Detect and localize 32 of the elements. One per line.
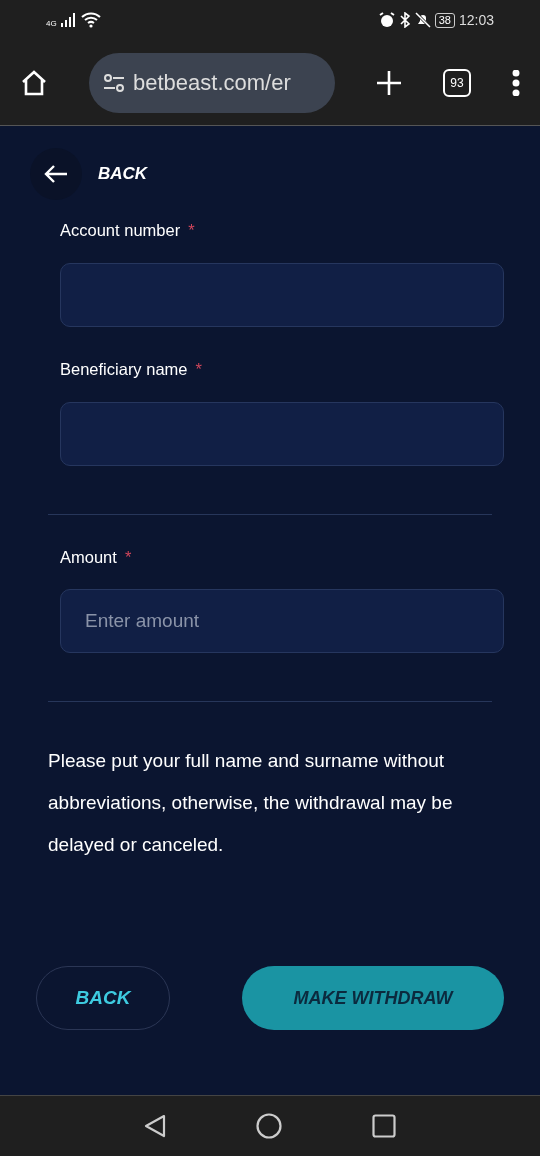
info-text: Please put your full name and surname without abbreviations, otherwise, the withdrawal may be delayed or canceled. xyxy=(48,749,454,858)
back-link[interactable]: BACK xyxy=(98,161,148,187)
home-icon[interactable] xyxy=(20,68,48,97)
battery-level: 38 xyxy=(434,12,455,28)
bell-off-icon xyxy=(414,12,431,28)
field-label: Account number xyxy=(60,220,181,241)
field-label: Beneficiary name xyxy=(60,358,188,380)
tab-count-button[interactable]: 93 xyxy=(443,68,471,97)
address-bar[interactable]: betbeast.com/er xyxy=(89,52,335,113)
network-type: 4G xyxy=(46,18,57,30)
bluetooth-icon xyxy=(398,12,411,28)
clock-time: 12:03 xyxy=(458,10,494,30)
alarm-icon xyxy=(378,12,395,28)
wifi-icon xyxy=(80,12,101,28)
signal-icon xyxy=(60,13,77,27)
plus-icon[interactable] xyxy=(376,69,402,96)
required-asterisk: * xyxy=(188,220,195,241)
withdraw-button[interactable]: MAKE WITHDRAW xyxy=(242,966,504,1031)
settings-icon[interactable] xyxy=(103,72,125,93)
back-nav-icon[interactable] xyxy=(144,1114,166,1138)
more-icon[interactable] xyxy=(512,69,520,96)
required-asterisk: * xyxy=(195,358,202,380)
back-arrow-button[interactable] xyxy=(30,148,82,200)
required-asterisk: * xyxy=(124,546,132,568)
field-label: Amount xyxy=(60,546,117,568)
home-nav-icon[interactable] xyxy=(256,1113,282,1139)
url-text: betbeast.com/er xyxy=(133,69,291,97)
recents-nav-icon[interactable] xyxy=(372,1114,396,1138)
arrow-left-icon xyxy=(44,165,68,183)
input-field[interactable]: Enter amount xyxy=(60,589,504,654)
input-field[interactable] xyxy=(60,262,504,327)
input-field[interactable] xyxy=(60,401,504,466)
